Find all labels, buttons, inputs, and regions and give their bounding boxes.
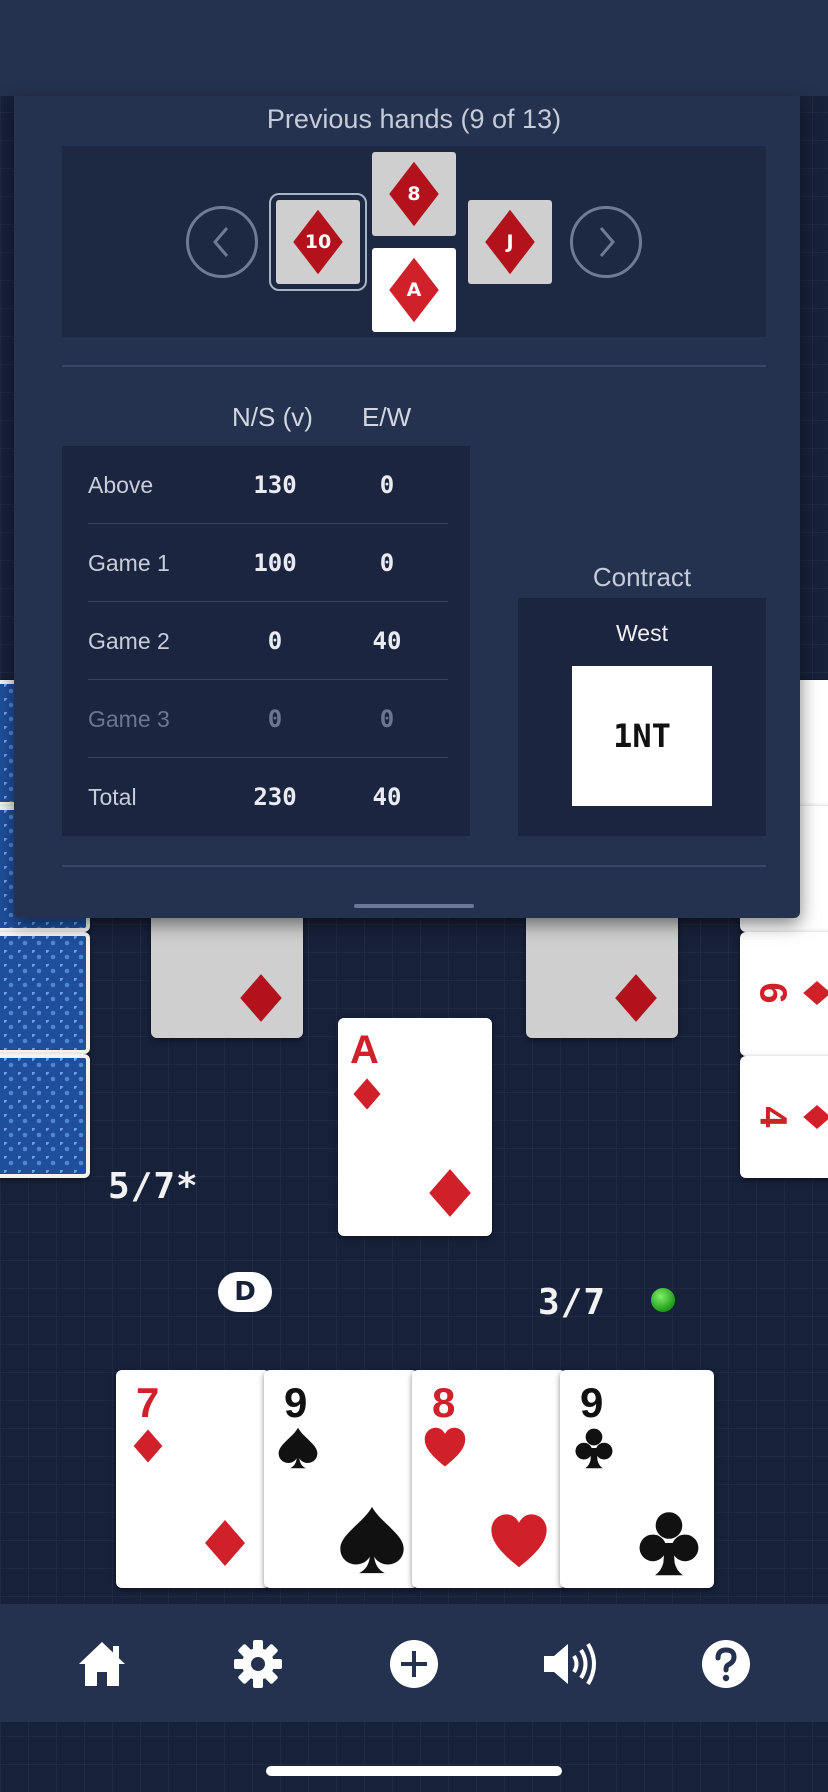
dealer-badge: D <box>218 1272 272 1312</box>
score-row: Game 1 100 0 <box>62 524 470 602</box>
bottom-nav <box>0 1604 828 1722</box>
score-ew-value: 40 <box>372 627 402 655</box>
ew-tricks-score: 5/7* <box>108 1166 199 1207</box>
panel-title: Previous hands (9 of 13) <box>266 104 562 134</box>
settings-button[interactable] <box>226 1632 290 1696</box>
club-icon <box>639 1512 699 1576</box>
hand-card-rank: 7 <box>136 1379 160 1426</box>
diamond-icon <box>803 981 828 1005</box>
score-row: Game 2 0 40 <box>62 602 470 680</box>
prev-trick-button[interactable] <box>186 206 258 278</box>
ew-column-header: E/W <box>362 402 412 432</box>
diamond-icon: 10 <box>287 207 349 277</box>
score-ns-value: 100 <box>253 549 297 577</box>
trick-card-rank: 8 <box>407 183 421 205</box>
score-ew-value: 0 <box>379 471 395 499</box>
west-card-back <box>0 932 90 1054</box>
hand-card-rank: 9 <box>284 1379 308 1426</box>
hand-card[interactable]: 9 <box>560 1370 714 1588</box>
hand-card[interactable]: 7 <box>116 1370 270 1588</box>
help-button[interactable] <box>694 1632 758 1696</box>
contract-bid: 1NT <box>572 666 712 806</box>
diamond-icon <box>353 1078 381 1110</box>
score-ew-value: 0 <box>379 549 395 577</box>
diamond-icon <box>615 974 657 1022</box>
spade-icon <box>340 1506 404 1574</box>
hand-card[interactable]: 9 <box>264 1370 418 1588</box>
diamond-icon <box>803 1105 828 1129</box>
score-row: Above 130 0 <box>62 446 470 524</box>
diamond-icon: J <box>479 207 541 277</box>
hand-card[interactable]: 8 <box>412 1370 566 1588</box>
club-icon <box>575 1428 613 1469</box>
trick-card-west: 10 <box>269 193 367 291</box>
ns-tricks-score: 3/7 <box>538 1282 607 1323</box>
diamond-icon: A <box>383 255 445 325</box>
score-row-label: Game 3 <box>88 706 170 732</box>
home-button[interactable] <box>70 1632 134 1696</box>
score-ew-value: 40 <box>372 783 402 811</box>
east-card[interactable]: 4 <box>740 1056 828 1178</box>
contract-declarer: West <box>616 620 668 646</box>
chevron-right-icon <box>599 227 615 257</box>
diamond-icon <box>240 974 282 1022</box>
panel-divider <box>62 865 766 867</box>
score-ns-value: 130 <box>253 471 297 499</box>
east-card[interactable]: 6 <box>740 932 828 1056</box>
trick-card-south: A <box>372 248 456 332</box>
help-icon <box>702 1640 750 1688</box>
new-game-button[interactable] <box>382 1632 446 1696</box>
plus-circle-icon <box>390 1640 438 1688</box>
home-indicator <box>266 1766 562 1776</box>
hand-card-rank: 8 <box>432 1379 456 1426</box>
ns-column-header: N/S (v) <box>232 402 313 432</box>
score-row-label: Above <box>88 472 154 498</box>
trick-card-rank: J <box>506 231 514 253</box>
trick-card-east: J <box>468 200 552 284</box>
score-ns-value: 0 <box>267 705 283 733</box>
heart-icon <box>491 1514 547 1568</box>
score-row-label: Game 1 <box>88 550 170 576</box>
panel-drag-handle[interactable] <box>354 904 474 908</box>
diamond-icon <box>429 1169 471 1217</box>
east-card-rank: 4 <box>751 1106 794 1128</box>
diamond-icon <box>133 1429 163 1463</box>
sound-button[interactable] <box>538 1632 602 1696</box>
previous-trick-box: 8 10 J A <box>62 146 766 337</box>
home-icon <box>79 1642 125 1686</box>
next-trick-button[interactable] <box>570 206 642 278</box>
diamond-icon <box>205 1520 245 1566</box>
speaker-icon <box>544 1642 596 1686</box>
score-table: Above 130 0 Game 1 100 0 Game 2 0 40 Gam… <box>62 446 470 836</box>
score-ns-value: 0 <box>267 627 283 655</box>
spade-icon <box>278 1427 318 1469</box>
score-row-label: Game 2 <box>88 628 170 654</box>
trick-card-rank: 10 <box>304 231 332 253</box>
chevron-left-icon <box>213 227 229 257</box>
panel-divider <box>62 365 766 367</box>
score-ew-value: 0 <box>379 705 395 733</box>
trick-card-north: 8 <box>372 152 456 236</box>
turn-indicator <box>651 1288 675 1312</box>
score-ns-value: 230 <box>253 783 297 811</box>
east-played-card <box>526 906 678 1038</box>
south-played-card: A <box>338 1018 492 1236</box>
gear-icon <box>234 1640 282 1688</box>
score-row: Game 3 0 0 <box>62 680 470 758</box>
score-row-label: Total <box>88 784 137 810</box>
trick-card-rank: A <box>406 279 422 301</box>
diamond-icon: 8 <box>383 159 445 229</box>
east-card-rank: 6 <box>751 982 794 1004</box>
west-played-card <box>151 906 303 1038</box>
score-row-total: Total 230 40 <box>62 758 470 836</box>
hand-card-rank: 9 <box>580 1379 604 1426</box>
status-bar <box>0 0 828 96</box>
contract-label: Contract <box>592 562 692 592</box>
south-played-rank: A <box>350 1028 379 1072</box>
heart-icon <box>424 1427 466 1467</box>
west-card-back <box>0 1054 90 1178</box>
